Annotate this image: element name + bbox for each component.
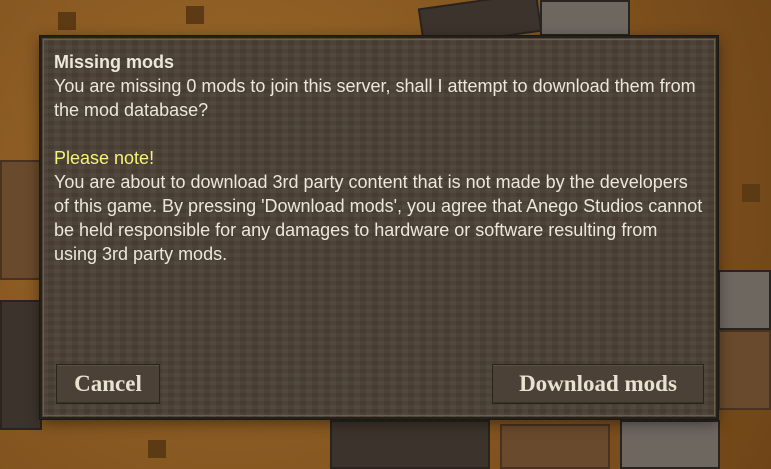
scenery-speck — [742, 184, 760, 202]
scenery-block — [620, 420, 720, 469]
download-mods-button[interactable]: Download mods — [492, 364, 704, 404]
scenery-speck — [148, 440, 166, 458]
scenery-block — [0, 300, 42, 430]
scenery-block — [330, 420, 490, 469]
scenery-speck — [186, 6, 204, 24]
scenery-block — [540, 0, 630, 36]
note-heading: Please note! — [54, 148, 155, 168]
scenery-block — [0, 160, 44, 280]
dialog-title: Missing mods — [54, 52, 175, 72]
missing-mods-dialog: Missing mods You are missing 0 mods to j… — [40, 36, 718, 419]
scenery-block — [718, 330, 771, 410]
dialog-text: Missing mods You are missing 0 mods to j… — [54, 50, 704, 266]
dialog-message: You are missing 0 mods to join this serv… — [54, 76, 696, 120]
note-body: You are about to download 3rd party cont… — [54, 172, 703, 264]
scenery-block — [718, 270, 771, 330]
scenery-block — [500, 424, 610, 469]
scenery-speck — [58, 12, 76, 30]
cancel-button[interactable]: Cancel — [56, 364, 160, 404]
